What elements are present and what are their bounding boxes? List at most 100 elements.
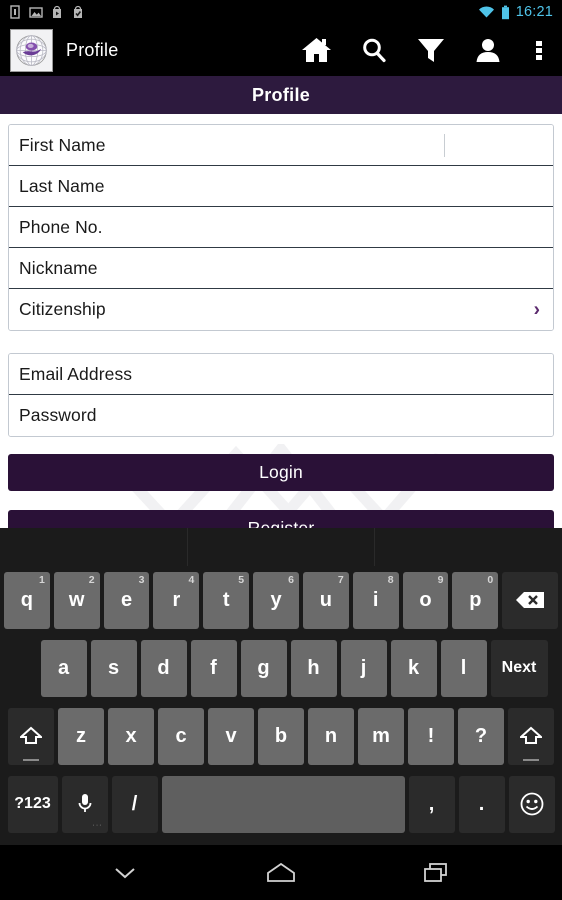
space-key[interactable] (161, 775, 405, 833)
search-icon[interactable] (345, 24, 402, 76)
key-label: t (222, 589, 230, 611)
key-w[interactable]: 2 w (53, 571, 100, 629)
key-exclamation[interactable]: ! (408, 707, 454, 765)
shift-underline (23, 758, 39, 761)
keyboard-row-2: a s d f g h j k l Next (0, 634, 562, 702)
key-y[interactable]: 6 y (253, 571, 299, 629)
register-button[interactable]: Register (8, 510, 554, 528)
key-s[interactable]: s (90, 639, 137, 697)
key-label: a (57, 657, 70, 679)
shift-key-right[interactable] (508, 707, 554, 765)
key-m[interactable]: m (358, 707, 404, 765)
suggestion-slot[interactable] (0, 528, 188, 566)
key-label: h (307, 657, 320, 679)
field-citizenship[interactable]: Citizenship › (9, 289, 553, 330)
content-area: First Name Last Name Phone No. Nickname … (0, 114, 562, 528)
shift-icon (20, 726, 42, 744)
key-label: d (157, 657, 170, 679)
symbols-key[interactable]: ?123 (7, 775, 58, 833)
overflow-menu-icon[interactable] (516, 24, 562, 76)
key-number-hint: 7 (337, 573, 344, 586)
key-number-hint: 5 (238, 573, 245, 586)
key-j[interactable]: j (340, 639, 387, 697)
key-n[interactable]: n (308, 707, 354, 765)
key-x[interactable]: x (108, 707, 154, 765)
checkmark-bag-icon (74, 5, 82, 18)
field-nickname[interactable]: Nickname (9, 248, 553, 289)
home-button[interactable] (249, 850, 313, 895)
field-email-address[interactable]: Email Address (9, 354, 553, 395)
key-a[interactable]: a (40, 639, 87, 697)
key-question[interactable]: ? (458, 707, 504, 765)
field-first-name[interactable]: First Name (9, 125, 553, 166)
key-p[interactable]: 0 p (452, 571, 499, 629)
app-logo-globe[interactable] (10, 28, 53, 72)
period-key[interactable]: . (458, 775, 505, 833)
key-c[interactable]: c (158, 707, 204, 765)
field-label: Email Address (19, 363, 133, 384)
status-bar: 16:21 (0, 0, 562, 24)
key-label: y (270, 589, 282, 611)
key-number-hint: 6 (288, 573, 294, 586)
register-button-label: Register (247, 518, 315, 528)
field-label: Last Name (19, 175, 105, 196)
wifi-icon (478, 6, 494, 18)
key-d[interactable]: d (140, 639, 187, 697)
key-label: s (107, 657, 120, 679)
next-key[interactable]: Next (490, 639, 548, 697)
field-label: First Name (19, 134, 106, 155)
slash-key[interactable]: / (111, 775, 158, 833)
key-l[interactable]: l (440, 639, 487, 697)
key-r[interactable]: 4 r (153, 571, 200, 629)
person-icon[interactable] (459, 24, 516, 76)
suggestion-slot[interactable] (375, 528, 562, 566)
login-button[interactable]: Login (8, 454, 554, 491)
key-t[interactable]: 5 t (203, 571, 250, 629)
key-label: b (274, 725, 288, 747)
emoji-key[interactable] (508, 775, 555, 833)
navigation-bar (0, 845, 562, 900)
field-label: Nickname (19, 257, 98, 278)
key-o[interactable]: 9 o (402, 571, 449, 629)
key-h[interactable]: h (290, 639, 337, 697)
key-e[interactable]: 3 e (103, 571, 150, 629)
key-g[interactable]: g (240, 639, 287, 697)
key-f[interactable]: f (190, 639, 237, 697)
suggestion-strip[interactable] (0, 528, 562, 566)
battery-icon (501, 5, 509, 19)
field-password[interactable]: Password (9, 395, 553, 436)
key-v[interactable]: v (208, 707, 254, 765)
recents-icon (424, 862, 447, 882)
comma-key[interactable]: , (408, 775, 455, 833)
key-b[interactable]: b (258, 707, 304, 765)
key-k[interactable]: k (390, 639, 437, 697)
key-label: p (469, 589, 482, 611)
hide-keyboard-button[interactable] (93, 850, 157, 895)
key-q[interactable]: 1 q (3, 571, 50, 629)
chevron-down-icon (115, 867, 135, 878)
field-phone-no[interactable]: Phone No. (9, 207, 553, 248)
home-icon[interactable] (288, 24, 345, 76)
key-z[interactable]: z (58, 707, 104, 765)
key-label: ? (474, 725, 488, 747)
key-i[interactable]: 8 i (352, 571, 399, 629)
key-label: k (407, 657, 420, 679)
on-screen-keyboard: 1 q 2 w 3 e 4 r 5 t 6 y 7 u 8 i 9 o 0 p … (0, 528, 562, 845)
backspace-key[interactable] (502, 571, 559, 629)
key-label: n (324, 725, 338, 747)
shift-key-left[interactable] (8, 707, 54, 765)
photo-icon (29, 7, 43, 18)
key-number-hint: 3 (138, 573, 145, 586)
action-bar: Profile (0, 24, 562, 76)
action-bar-icons (288, 24, 562, 76)
key-label: m (372, 725, 390, 747)
key-label: c (175, 725, 187, 747)
field-last-name[interactable]: Last Name (9, 166, 553, 207)
recents-button[interactable] (405, 850, 469, 895)
status-bar-system-icons: 16:21 (478, 5, 562, 20)
key-u[interactable]: 7 u (302, 571, 349, 629)
suggestion-slot[interactable] (188, 528, 376, 566)
microphone-key[interactable]: ··· (61, 775, 108, 833)
login-button-label: Login (259, 462, 303, 482)
filter-icon[interactable] (402, 24, 459, 76)
